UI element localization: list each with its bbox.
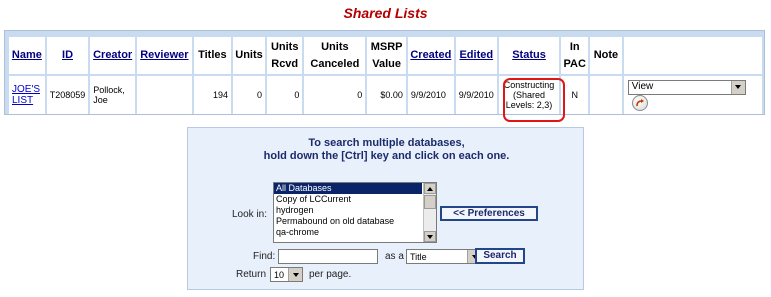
- list-created: 9/9/2010: [407, 76, 454, 114]
- table-header-row: Name ID Creator Reviewer Titles Units Un…: [9, 37, 762, 74]
- list-actions-cell: View: [623, 76, 762, 114]
- chevron-down-icon[interactable]: [288, 268, 302, 281]
- look-in-label: Look in:: [232, 209, 268, 220]
- column-header-edited[interactable]: Edited: [455, 37, 497, 74]
- chevron-down-icon[interactable]: [730, 80, 745, 94]
- scroll-down-icon[interactable]: [424, 231, 436, 242]
- listbox-scrollbar[interactable]: [423, 183, 436, 242]
- per-page-label: per page.: [309, 269, 352, 280]
- find-input[interactable]: [278, 249, 378, 264]
- return-label: Return: [236, 269, 267, 280]
- database-option[interactable]: Copy of LCCurrent: [274, 194, 436, 205]
- list-reviewer: [137, 76, 192, 114]
- shared-lists-table-container: Name ID Creator Reviewer Titles Units Un…: [4, 30, 765, 122]
- database-listbox[interactable]: All Databases Copy of LCCurrent hydrogen…: [273, 182, 437, 243]
- arrow-right-circle-icon[interactable]: [631, 94, 648, 111]
- column-header-actions: [623, 37, 762, 74]
- list-in-pac: N: [561, 76, 589, 114]
- table-row: JOE'S LIST T208059 Pollock, Joe 194 0 0 0 …: [9, 76, 762, 122]
- list-creator: Pollock, Joe: [90, 76, 136, 114]
- list-msrp-value: $0.00: [367, 76, 406, 114]
- column-header-created[interactable]: Created: [407, 37, 454, 74]
- column-header-units-canceled: Units Canceled: [304, 37, 366, 74]
- database-option[interactable]: All Databases: [274, 183, 422, 194]
- list-edited: 9/9/2010: [455, 76, 497, 114]
- database-option[interactable]: qa-chrome: [274, 227, 436, 238]
- shared-lists-table: Name ID Creator Reviewer Titles Units Un…: [7, 35, 764, 122]
- column-header-note: Note: [590, 37, 622, 74]
- search-button[interactable]: Search: [475, 248, 525, 264]
- list-titles: 194: [193, 76, 232, 114]
- column-header-creator[interactable]: Creator: [90, 37, 136, 74]
- page-title: Shared Lists: [343, 5, 428, 21]
- column-header-status[interactable]: Status: [498, 37, 560, 74]
- database-option[interactable]: Permabound on old database: [274, 216, 436, 227]
- scroll-up-icon[interactable]: [424, 183, 436, 194]
- as-a-label: as a: [385, 251, 404, 262]
- search-panel: To search multiple databases, hold down …: [187, 127, 584, 290]
- list-id: T208059: [46, 76, 89, 114]
- preferences-button[interactable]: << Preferences: [440, 206, 538, 221]
- list-units-rcvd: 0: [266, 76, 303, 114]
- search-field-select[interactable]: Title: [406, 249, 482, 264]
- scroll-thumb[interactable]: [424, 195, 436, 209]
- database-option[interactable]: hydrogen: [274, 205, 436, 216]
- status-highlight-ring: [502, 78, 565, 122]
- search-instructions: To search multiple databases, hold down …: [263, 137, 510, 162]
- column-header-reviewer[interactable]: Reviewer: [137, 37, 192, 74]
- column-header-name[interactable]: Name: [9, 37, 45, 74]
- column-header-units-rcvd: Units Rcvd: [266, 37, 303, 74]
- list-units: 0: [233, 76, 265, 114]
- list-action-select[interactable]: View: [627, 79, 746, 95]
- find-label: Find:: [253, 251, 276, 262]
- column-header-id[interactable]: ID: [46, 37, 89, 74]
- column-header-in-pac: In PAC: [561, 37, 589, 74]
- per-page-select[interactable]: 10: [270, 267, 303, 282]
- column-header-units: Units: [233, 37, 265, 74]
- column-header-titles: Titles: [193, 37, 232, 74]
- column-header-msrp-value: MSRP Value: [367, 37, 406, 74]
- list-name-link[interactable]: JOE'S LIST: [9, 76, 45, 114]
- list-units-canceled: 0: [304, 76, 366, 114]
- list-note: [590, 76, 622, 114]
- list-status: Constructing (Shared Levels: 2,3): [498, 76, 565, 122]
